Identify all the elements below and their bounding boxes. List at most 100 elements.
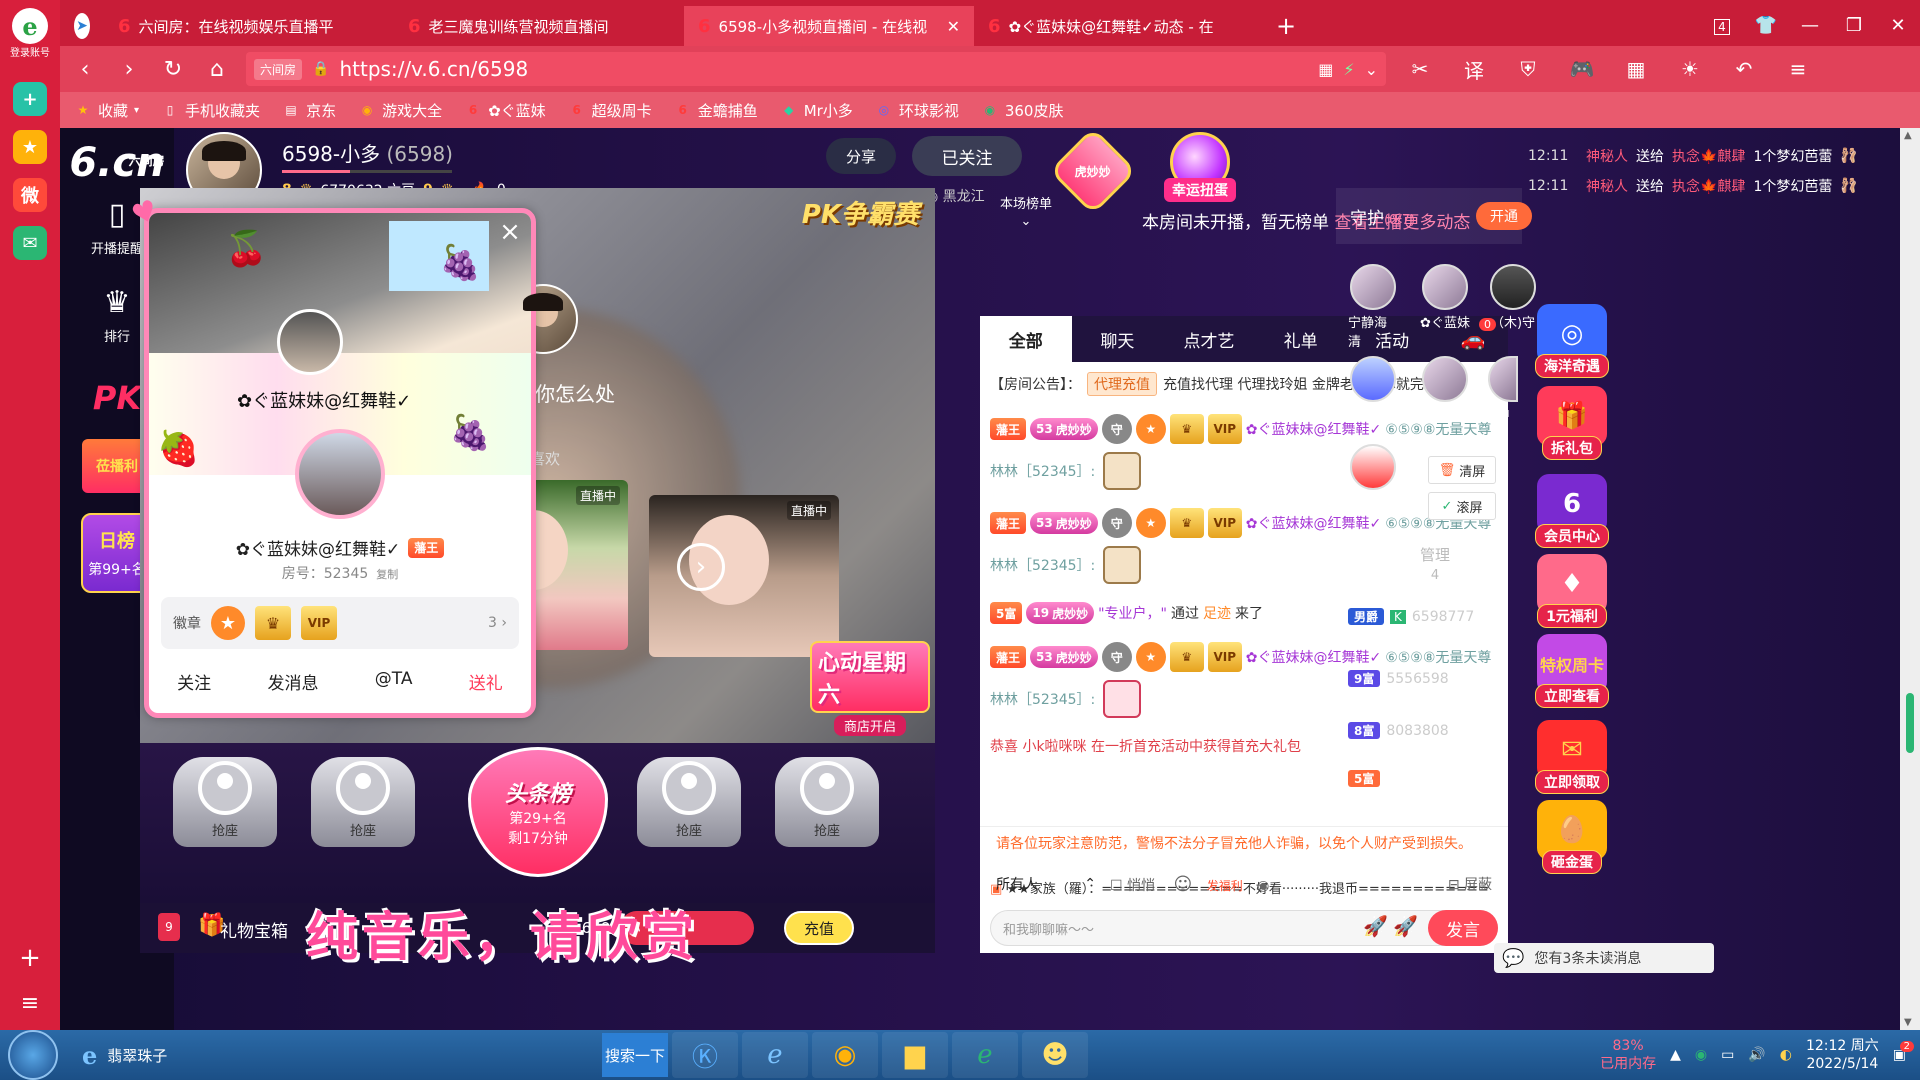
unread-messages[interactable]: 💬 您有3条未读消息 bbox=[1494, 943, 1714, 973]
whisper-checkbox[interactable]: ☐ 悄悄 ☺ 发福利 ◉ bbox=[1110, 874, 1269, 895]
mail-icon[interactable]: ✉ bbox=[13, 226, 47, 260]
taskbar-search-button[interactable]: 搜索一下 bbox=[602, 1033, 668, 1077]
promo-ocean[interactable]: ◎ 海洋奇遇 bbox=[1530, 304, 1614, 378]
tab-3[interactable]: 6 6598-小多视频直播间 - 在线视 ✕ bbox=[684, 6, 974, 46]
home-icon[interactable]: ⌂ bbox=[202, 57, 232, 82]
tab-count-icon[interactable]: 4 bbox=[1700, 6, 1744, 46]
tray-360-icon[interactable]: ◉ bbox=[1695, 1047, 1707, 1063]
url-field[interactable]: 六间房 🔒 https://v.6.cn/6598 ▦ ⚡ ⌄ bbox=[246, 52, 1386, 86]
network-icon[interactable]: ▭ bbox=[1721, 1047, 1734, 1063]
fuli-button[interactable]: 发福利 bbox=[1207, 879, 1243, 893]
audience-row[interactable]: 9富 5556598 大皮股 bbox=[1348, 670, 1449, 707]
audience-row[interactable]: 8富 8083808 小⑨乐⑨哥⑨ bbox=[1348, 722, 1449, 759]
popup-badges[interactable]: 徽章 ★ ♛ VIP 3 › bbox=[161, 597, 519, 649]
page-scrollbar[interactable]: ▲ ▼ bbox=[1900, 128, 1920, 1030]
taskbar-ie-window[interactable]: e 翡翠珠子 bbox=[82, 1041, 602, 1070]
bookmark-9[interactable]: ◉ 360皮肤 bbox=[981, 100, 1064, 121]
start-button[interactable] bbox=[8, 1030, 58, 1080]
popup-message-button[interactable]: 发消息 bbox=[267, 669, 318, 694]
bookmark-4[interactable]: 6 ✿ぐ蓝妹 bbox=[464, 100, 546, 121]
seat-2[interactable]: 抢座 bbox=[308, 757, 418, 867]
rank-label[interactable]: 本场榜单 ⌄ bbox=[1000, 196, 1052, 230]
tab-chat[interactable]: 聊天 bbox=[1072, 316, 1164, 362]
tab-4[interactable]: 6 ✿ぐ蓝妹妹@红舞鞋✓动态 - 在 bbox=[974, 6, 1264, 46]
minimize-icon[interactable]: — bbox=[1788, 6, 1832, 46]
chat-app-icon[interactable]: ☻ bbox=[1022, 1032, 1088, 1078]
promo-claim[interactable]: ✉ 立即领取 bbox=[1530, 720, 1614, 794]
qr-icon[interactable]: ▦ bbox=[1318, 60, 1333, 79]
promo-gift-pack[interactable]: 🎁 拆礼包 bbox=[1530, 386, 1614, 460]
tab-audience[interactable]: 观众 6 bbox=[1350, 540, 1384, 585]
popup-gift-button[interactable]: 送礼 bbox=[469, 669, 503, 694]
shirt-skin-icon[interactable]: 👕 bbox=[1744, 6, 1788, 46]
seat-3[interactable]: 抢座 bbox=[634, 757, 744, 867]
ie-app-icon[interactable]: ℯ bbox=[742, 1032, 808, 1078]
menu-icon[interactable]: ≡ bbox=[1778, 57, 1818, 81]
heart-saturday-promo[interactable]: 心动星期六 商店开启 bbox=[810, 640, 930, 736]
tab-gift-list[interactable]: 礼单 bbox=[1255, 316, 1347, 362]
restore-icon[interactable]: ❐ bbox=[1832, 6, 1876, 46]
promo-privilege[interactable]: 特权周卡 立即查看 bbox=[1530, 634, 1614, 708]
bookmark-5[interactable]: 6 超级周卡 bbox=[568, 100, 651, 121]
close-popup-icon[interactable]: × bbox=[497, 219, 523, 247]
promo-member[interactable]: 6 会员中心 bbox=[1530, 474, 1614, 548]
seat-1[interactable]: 抢座 bbox=[170, 757, 280, 867]
copy-button[interactable]: 复制 bbox=[376, 568, 398, 581]
follow-button[interactable]: 已关注 bbox=[912, 136, 1022, 176]
shield-icon[interactable]: ⛨ bbox=[1508, 57, 1548, 81]
chrome-icon[interactable]: ◉ bbox=[812, 1032, 878, 1078]
popup-avatar[interactable] bbox=[295, 429, 385, 519]
guard-avatar[interactable]: 安达 bbox=[1348, 356, 1398, 423]
game-icon[interactable]: 🎮 bbox=[1562, 57, 1602, 81]
memory-usage[interactable]: 83% 已用内存 bbox=[1600, 1037, 1656, 1073]
notification-icon[interactable]: ▣ 2 bbox=[1893, 1041, 1914, 1063]
bookmark-8[interactable]: ◎ 环球影视 bbox=[875, 100, 959, 121]
undo-icon[interactable]: ↶ bbox=[1724, 57, 1764, 81]
tab-managers[interactable]: 管理 4 bbox=[1420, 544, 1450, 583]
login-button[interactable]: e 登录账号 bbox=[8, 8, 52, 68]
translate-icon[interactable]: 译 bbox=[1454, 55, 1494, 84]
audience-row[interactable]: 男爵 K 6598777 ★炫★赫★门★ bbox=[1348, 608, 1474, 645]
star-app-icon[interactable]: ★ bbox=[13, 130, 47, 164]
reload-icon[interactable]: ↻ bbox=[158, 57, 188, 82]
popup-follow-button[interactable]: 关注 bbox=[177, 669, 211, 694]
bookmark-3[interactable]: ◉ 游戏大全 bbox=[358, 100, 442, 121]
site-logo[interactable]: 6.cn 六间房 bbox=[69, 140, 164, 186]
headline-rank-badge[interactable]: 头条榜 第29+名 剩17分钟 bbox=[468, 747, 608, 877]
folder-icon[interactable]: ▆ bbox=[882, 1032, 948, 1078]
tab-talent[interactable]: 点才艺 bbox=[1163, 316, 1255, 362]
target-select[interactable]: 所有人 ⌃ bbox=[992, 870, 1100, 898]
seat-4[interactable]: 抢座 bbox=[772, 757, 882, 867]
bookmark-7[interactable]: ◆ Mr小多 bbox=[780, 100, 853, 121]
tab-1[interactable]: 6 六间房：在线视频娱乐直播平 bbox=[104, 6, 394, 46]
popup-mention-button[interactable]: @TA bbox=[375, 669, 413, 694]
add-app-button[interactable]: + bbox=[19, 943, 41, 973]
recharge-button[interactable]: 充值 bbox=[784, 911, 854, 945]
gift-box-icon[interactable]: 9 bbox=[158, 913, 180, 941]
ime-icon[interactable]: ◐ bbox=[1780, 1047, 1792, 1063]
pk-button[interactable]: PK bbox=[93, 379, 141, 417]
guard-avatar[interactable]: ☆☆一人 bbox=[1420, 356, 1470, 423]
share-button[interactable]: 分享 bbox=[826, 138, 896, 174]
tab-all[interactable]: 全部 bbox=[980, 316, 1072, 362]
brightness-icon[interactable]: ☀ bbox=[1670, 57, 1710, 81]
promo-welfare[interactable]: ♦ 1元福利 bbox=[1530, 554, 1614, 628]
open-guard-button[interactable]: 开通 bbox=[1476, 202, 1532, 230]
scissors-icon[interactable]: ✂ bbox=[1400, 57, 1440, 81]
guard-avatar[interactable]: 神 bbox=[1488, 356, 1518, 423]
lightning-icon[interactable]: ⚡ bbox=[1343, 60, 1354, 79]
tab-2[interactable]: 6 老三魔鬼训练营视频直播间 bbox=[394, 6, 684, 46]
bookmark-2[interactable]: ▤ 京东 bbox=[282, 100, 336, 121]
guard-avatar[interactable]: 宁静海清 bbox=[1348, 264, 1398, 350]
tray-up-icon[interactable]: ▲ bbox=[1670, 1047, 1681, 1063]
volume-icon[interactable]: 🔊 bbox=[1748, 1047, 1765, 1063]
360-browser-icon[interactable]: ℯ bbox=[952, 1032, 1018, 1078]
plus-app-icon[interactable]: + bbox=[13, 82, 47, 116]
bookmark-0[interactable]: ★ 收藏 ▾ bbox=[74, 100, 139, 121]
browser-home-icon[interactable]: ➤ bbox=[60, 6, 104, 46]
bookmark-1[interactable]: ▯ 手机收藏夹 bbox=[161, 100, 260, 121]
nav-rank[interactable]: ♛ 排行 bbox=[104, 285, 131, 345]
k-app-icon[interactable]: Ⓚ bbox=[672, 1032, 738, 1078]
next-arrow-icon[interactable]: › bbox=[677, 543, 725, 591]
bookmark-6[interactable]: 6 金蟾捕鱼 bbox=[674, 100, 758, 121]
